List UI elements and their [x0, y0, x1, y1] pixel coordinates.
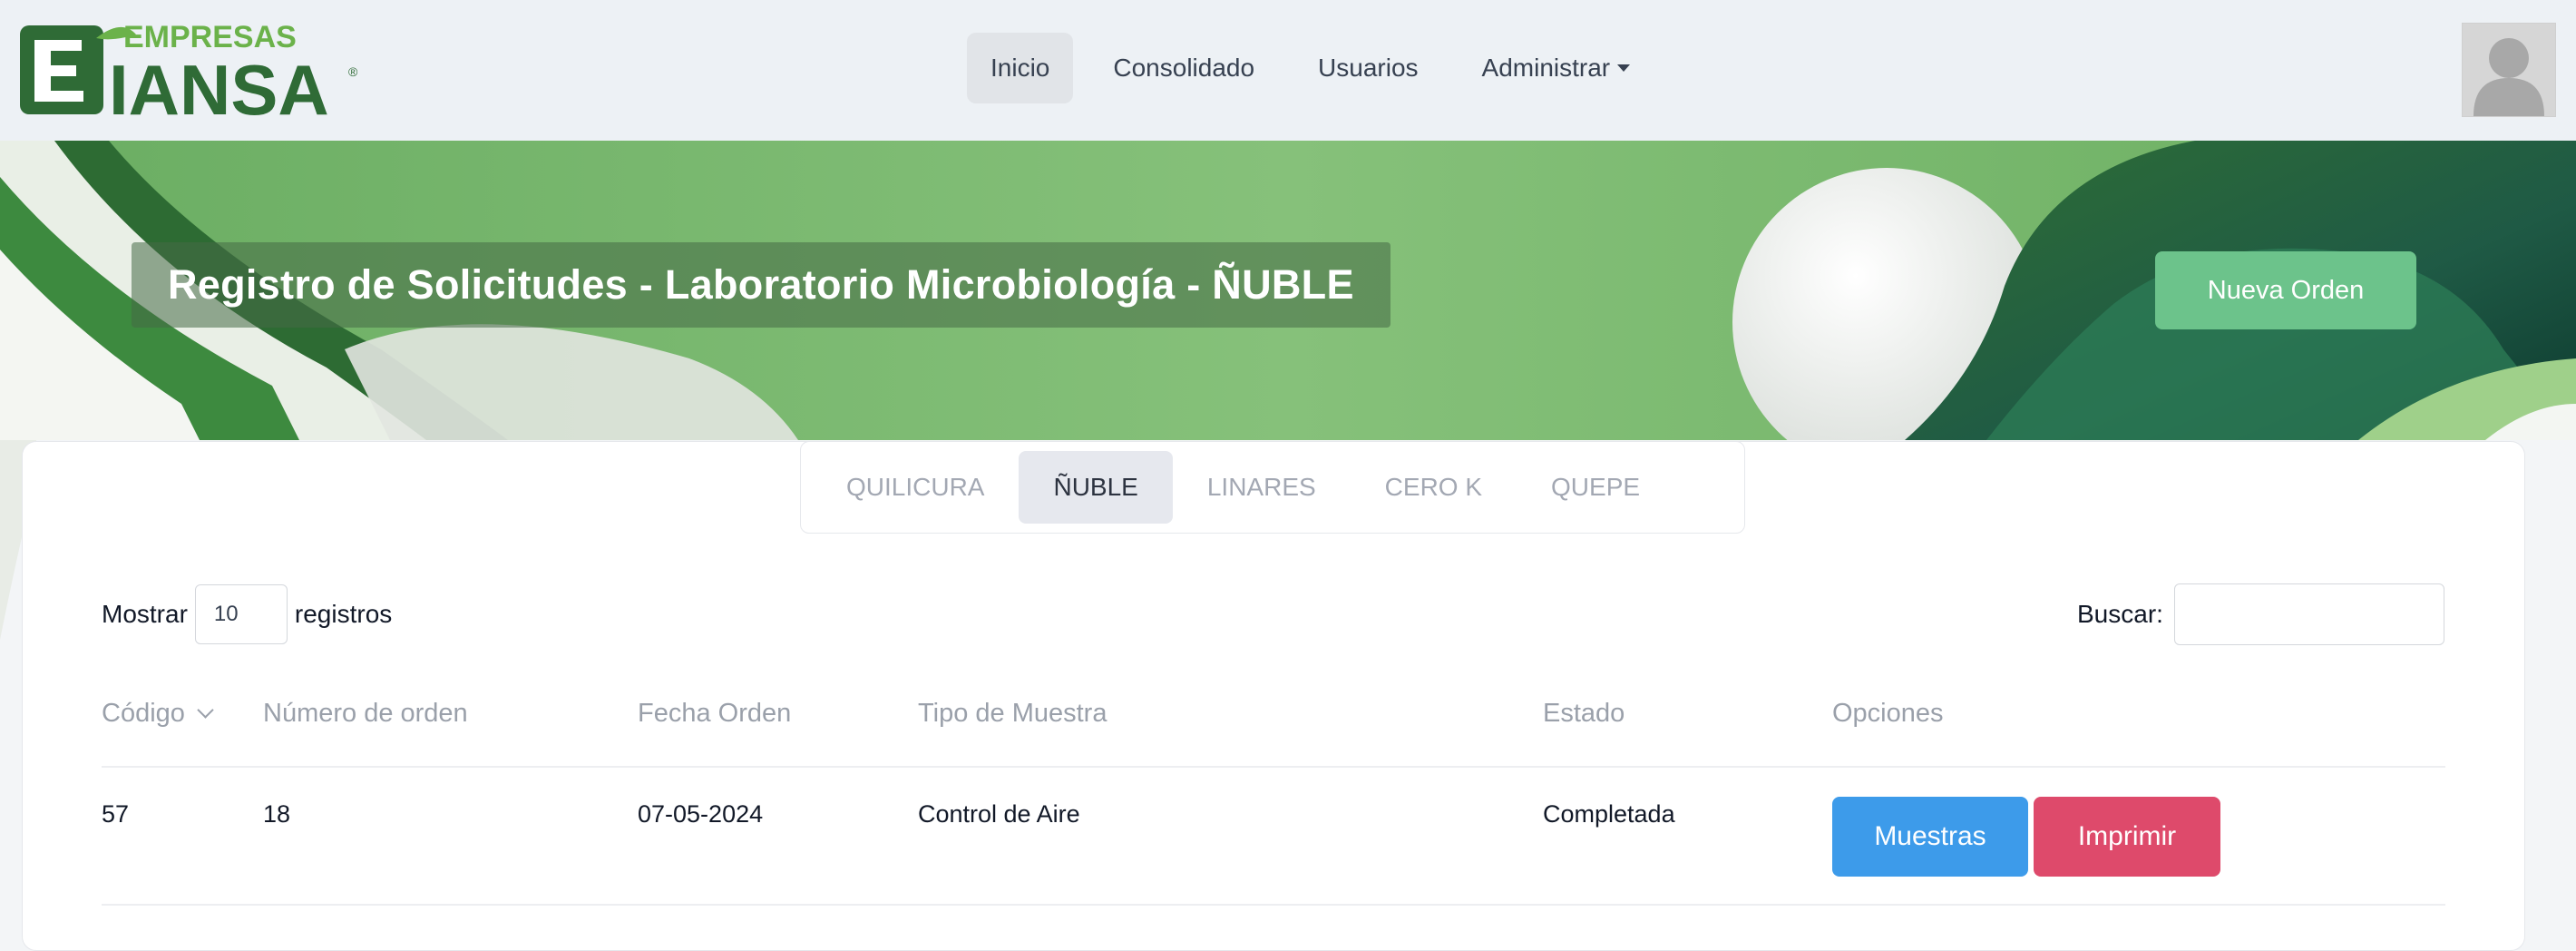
- col-header-estado[interactable]: Estado: [1543, 699, 1625, 729]
- iansa-logo[interactable]: EMPRESAS IANSA ®: [20, 20, 365, 120]
- tab-nuble[interactable]: ÑUBLE: [1019, 451, 1173, 524]
- cell-codigo: 57: [102, 800, 130, 828]
- nav-administrar[interactable]: Administrar: [1459, 33, 1654, 103]
- page-length-control: Mostrar 10 registros: [102, 583, 392, 645]
- cell-fecha: 07-05-2024: [638, 800, 764, 828]
- svg-text:®: ®: [348, 64, 358, 79]
- records-label: registros: [294, 600, 393, 628]
- search-input[interactable]: [2173, 583, 2444, 645]
- show-label: Mostrar: [102, 600, 188, 628]
- nav-usuarios[interactable]: Usuarios: [1294, 33, 1441, 103]
- page-title-box: Registro de Solicitudes - Laboratorio Mi…: [132, 242, 1390, 328]
- brand-bottom-text: IANSA: [109, 50, 329, 120]
- page-length-select[interactable]: 10: [194, 584, 288, 644]
- nav-inicio[interactable]: Inicio: [967, 33, 1074, 103]
- tab-quepe[interactable]: QUEPE: [1517, 451, 1674, 524]
- print-button[interactable]: Imprimir: [2034, 797, 2220, 877]
- main-nav: Inicio Consolidado Usuarios Administrar: [967, 33, 1654, 103]
- dropdown-caret-icon: [1617, 64, 1631, 72]
- cell-estado: Completada: [1543, 800, 1675, 828]
- user-avatar[interactable]: [2462, 23, 2556, 117]
- samples-button[interactable]: Muestras: [1832, 797, 2028, 877]
- page-title: Registro de Solicitudes - Laboratorio Mi…: [168, 261, 1354, 308]
- cell-numero: 18: [263, 800, 291, 828]
- page-banner: Registro de Solicitudes - Laboratorio Mi…: [0, 141, 2576, 440]
- lab-tabs: QUILICURA ÑUBLE LINARES CERO K QUEPE: [800, 441, 1745, 534]
- nav-consolidado[interactable]: Consolidado: [1089, 33, 1278, 103]
- col-header-numero[interactable]: Número de orden: [263, 699, 468, 729]
- cell-tipo: Control de Aire: [918, 800, 1080, 828]
- col-header-fecha[interactable]: Fecha Orden: [638, 699, 791, 729]
- header-divider: [102, 766, 2445, 768]
- top-navbar: EMPRESAS IANSA ® Inicio Consolidado Usua…: [0, 0, 2576, 141]
- row-divider: [102, 904, 2445, 906]
- col-header-tipo[interactable]: Tipo de Muestra: [918, 699, 1107, 729]
- col-header-codigo[interactable]: Código: [102, 699, 214, 729]
- tab-quilicura[interactable]: QUILICURA: [812, 451, 1019, 524]
- search-control: Buscar:: [2077, 583, 2444, 645]
- col-header-opciones: Opciones: [1832, 699, 1944, 728]
- user-avatar-icon: [2474, 38, 2544, 116]
- new-order-button[interactable]: Nueva Orden: [2155, 251, 2416, 329]
- tab-linares[interactable]: LINARES: [1173, 451, 1351, 524]
- sort-chevron-icon[interactable]: [197, 701, 214, 719]
- tab-cero-k[interactable]: CERO K: [1351, 451, 1517, 524]
- search-label: Buscar:: [2077, 600, 2163, 628]
